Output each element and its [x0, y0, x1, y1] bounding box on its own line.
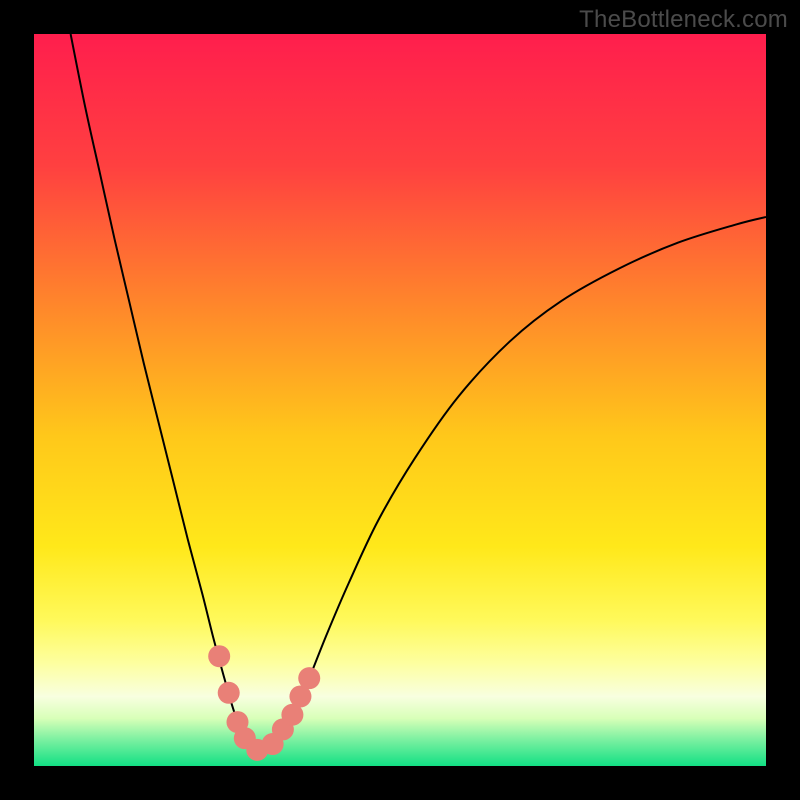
highlight-dot: [218, 682, 240, 704]
chart-svg: [34, 34, 766, 766]
chart-frame: TheBottleneck.com: [0, 0, 800, 800]
plot-area: [34, 34, 766, 766]
gradient-background: [34, 34, 766, 766]
highlight-dot: [208, 645, 230, 667]
highlight-dot: [298, 667, 320, 689]
watermark-text: TheBottleneck.com: [579, 6, 788, 34]
